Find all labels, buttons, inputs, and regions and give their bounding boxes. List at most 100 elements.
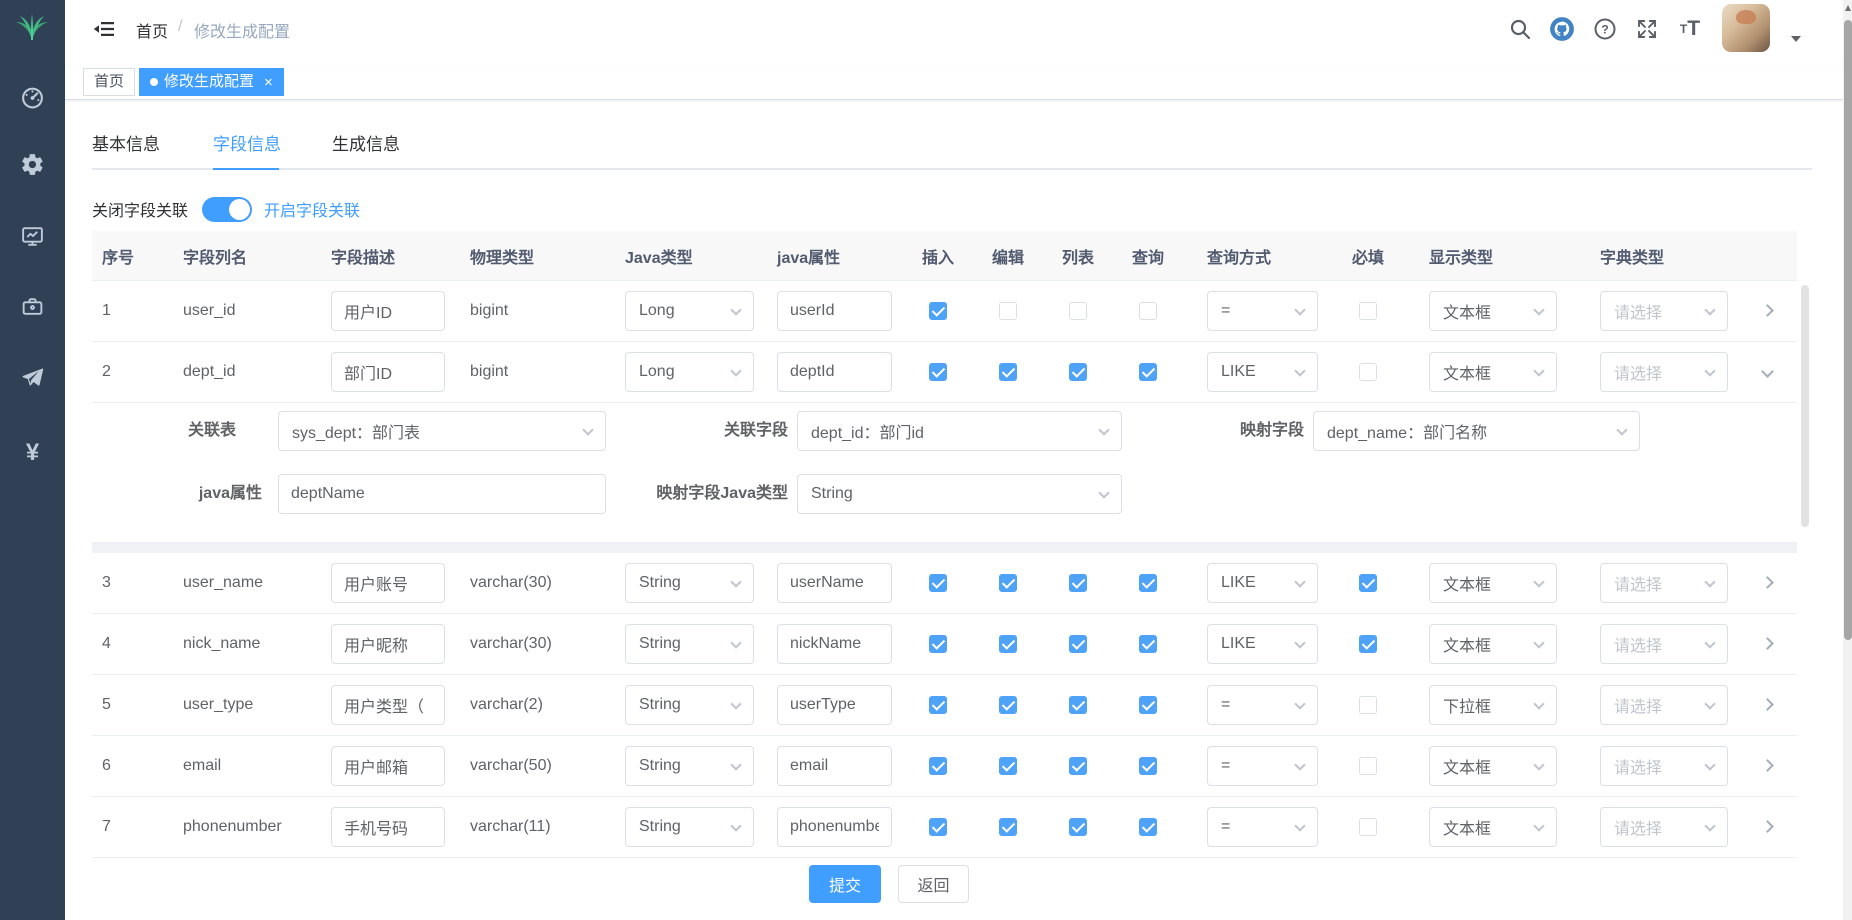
user-avatar[interactable] bbox=[1722, 4, 1770, 52]
query-mode-select[interactable]: = bbox=[1207, 807, 1318, 847]
dict-type-select[interactable]: 请选择 bbox=[1600, 746, 1728, 786]
edit-checkbox[interactable] bbox=[999, 818, 1017, 836]
field-desc-input[interactable] bbox=[331, 563, 445, 603]
display-type-select[interactable]: 文本框 bbox=[1429, 563, 1557, 603]
java-type-select[interactable]: Long bbox=[625, 352, 754, 392]
query-checkbox[interactable] bbox=[1139, 757, 1157, 775]
list-checkbox[interactable] bbox=[1069, 757, 1087, 775]
relation-field-select[interactable]: dept_id：部门id bbox=[797, 411, 1122, 451]
java-attr-input[interactable] bbox=[777, 624, 892, 664]
display-type-select[interactable]: 文本框 bbox=[1429, 624, 1557, 664]
list-checkbox[interactable] bbox=[1069, 302, 1087, 320]
tab-field-info[interactable]: 字段信息 bbox=[213, 128, 281, 168]
toolbox-icon[interactable] bbox=[20, 294, 45, 319]
tab-basic-info[interactable]: 基本信息 bbox=[92, 128, 160, 168]
query-mode-select[interactable]: = bbox=[1207, 685, 1318, 725]
query-mode-select[interactable]: LIKE bbox=[1207, 563, 1318, 603]
font-size-icon[interactable]: TT bbox=[1677, 16, 1703, 42]
edit-checkbox[interactable] bbox=[999, 574, 1017, 592]
list-checkbox[interactable] bbox=[1069, 635, 1087, 653]
money-icon[interactable]: ¥ bbox=[20, 440, 45, 465]
required-checkbox[interactable] bbox=[1359, 302, 1377, 320]
field-desc-input[interactable] bbox=[331, 624, 445, 664]
list-checkbox[interactable] bbox=[1069, 696, 1087, 714]
query-checkbox[interactable] bbox=[1139, 635, 1157, 653]
expand-row-icon[interactable] bbox=[1761, 576, 1774, 589]
required-checkbox[interactable] bbox=[1359, 696, 1377, 714]
dict-type-select[interactable]: 请选择 bbox=[1600, 807, 1728, 847]
field-desc-input[interactable] bbox=[331, 746, 445, 786]
scrollbar-up-arrow-icon[interactable] bbox=[1845, 5, 1851, 11]
expand-row-icon[interactable] bbox=[1761, 759, 1774, 772]
insert-checkbox[interactable] bbox=[929, 818, 947, 836]
expand-row-icon[interactable] bbox=[1761, 365, 1774, 378]
field-desc-input[interactable] bbox=[331, 352, 445, 392]
expand-row-icon[interactable] bbox=[1761, 304, 1774, 317]
fullscreen-icon[interactable] bbox=[1634, 16, 1660, 42]
query-checkbox[interactable] bbox=[1139, 574, 1157, 592]
java-type-select[interactable]: String bbox=[625, 746, 754, 786]
field-desc-input[interactable] bbox=[331, 807, 445, 847]
edit-checkbox[interactable] bbox=[999, 302, 1017, 320]
relation-table-select[interactable]: sys_dept：部门表 bbox=[278, 411, 606, 451]
insert-checkbox[interactable] bbox=[929, 757, 947, 775]
submit-button[interactable]: 提交 bbox=[809, 865, 881, 903]
edit-checkbox[interactable] bbox=[999, 635, 1017, 653]
required-checkbox[interactable] bbox=[1359, 574, 1377, 592]
java-attr-input[interactable] bbox=[777, 291, 892, 331]
java-attr-input[interactable] bbox=[777, 352, 892, 392]
dict-type-select[interactable]: 请选择 bbox=[1600, 563, 1728, 603]
help-icon[interactable]: ? bbox=[1592, 16, 1618, 42]
query-checkbox[interactable] bbox=[1139, 363, 1157, 381]
tag-current[interactable]: 修改生成配置 × bbox=[139, 68, 284, 96]
query-mode-select[interactable]: = bbox=[1207, 746, 1318, 786]
field-desc-input[interactable] bbox=[331, 685, 445, 725]
back-button[interactable]: 返回 bbox=[898, 865, 969, 903]
list-checkbox[interactable] bbox=[1069, 818, 1087, 836]
java-attr-input[interactable] bbox=[777, 685, 892, 725]
list-checkbox[interactable] bbox=[1069, 574, 1087, 592]
list-checkbox[interactable] bbox=[1069, 363, 1087, 381]
settings-icon[interactable] bbox=[20, 152, 45, 177]
display-type-select[interactable]: 文本框 bbox=[1429, 746, 1557, 786]
query-mode-select[interactable]: LIKE bbox=[1207, 352, 1318, 392]
java-attr-input[interactable] bbox=[777, 563, 892, 603]
java-type-select[interactable]: String bbox=[625, 807, 754, 847]
expand-row-icon[interactable] bbox=[1761, 637, 1774, 650]
table-scrollbar-thumb[interactable] bbox=[1801, 285, 1809, 527]
dict-type-select[interactable]: 请选择 bbox=[1600, 291, 1728, 331]
display-type-select[interactable]: 下拉框 bbox=[1429, 685, 1557, 725]
github-icon[interactable] bbox=[1549, 16, 1575, 42]
java-attr-input[interactable] bbox=[777, 746, 892, 786]
display-type-select[interactable]: 文本框 bbox=[1429, 807, 1557, 847]
dict-type-select[interactable]: 请选择 bbox=[1600, 624, 1728, 664]
java-attr-input[interactable] bbox=[777, 807, 892, 847]
map-field-select[interactable]: dept_name：部门名称 bbox=[1313, 411, 1640, 451]
insert-checkbox[interactable] bbox=[929, 635, 947, 653]
query-mode-select[interactable]: LIKE bbox=[1207, 624, 1318, 664]
java-type-select[interactable]: String bbox=[625, 685, 754, 725]
required-checkbox[interactable] bbox=[1359, 757, 1377, 775]
app-logo-icon[interactable] bbox=[12, 8, 52, 48]
field-desc-input[interactable] bbox=[331, 291, 445, 331]
page-scrollbar-thumb[interactable] bbox=[1844, 20, 1852, 640]
dashboard-icon[interactable] bbox=[20, 85, 45, 110]
java-type-select[interactable]: String bbox=[625, 563, 754, 603]
expand-row-icon[interactable] bbox=[1761, 820, 1774, 833]
tab-generate-info[interactable]: 生成信息 bbox=[332, 128, 400, 168]
tag-home[interactable]: 首页 bbox=[83, 68, 135, 96]
dict-type-select[interactable]: 请选择 bbox=[1600, 685, 1728, 725]
map-java-type-select[interactable]: String bbox=[797, 474, 1122, 514]
expand-row-icon[interactable] bbox=[1761, 698, 1774, 711]
query-checkbox[interactable] bbox=[1139, 818, 1157, 836]
insert-checkbox[interactable] bbox=[929, 696, 947, 714]
required-checkbox[interactable] bbox=[1359, 635, 1377, 653]
display-type-select[interactable]: 文本框 bbox=[1429, 352, 1557, 392]
java-type-select[interactable]: String bbox=[625, 624, 754, 664]
breadcrumb-home[interactable]: 首页 bbox=[136, 18, 168, 42]
insert-checkbox[interactable] bbox=[929, 363, 947, 381]
required-checkbox[interactable] bbox=[1359, 363, 1377, 381]
display-type-select[interactable]: 文本框 bbox=[1429, 291, 1557, 331]
query-mode-select[interactable]: = bbox=[1207, 291, 1318, 331]
search-icon[interactable] bbox=[1507, 16, 1533, 42]
